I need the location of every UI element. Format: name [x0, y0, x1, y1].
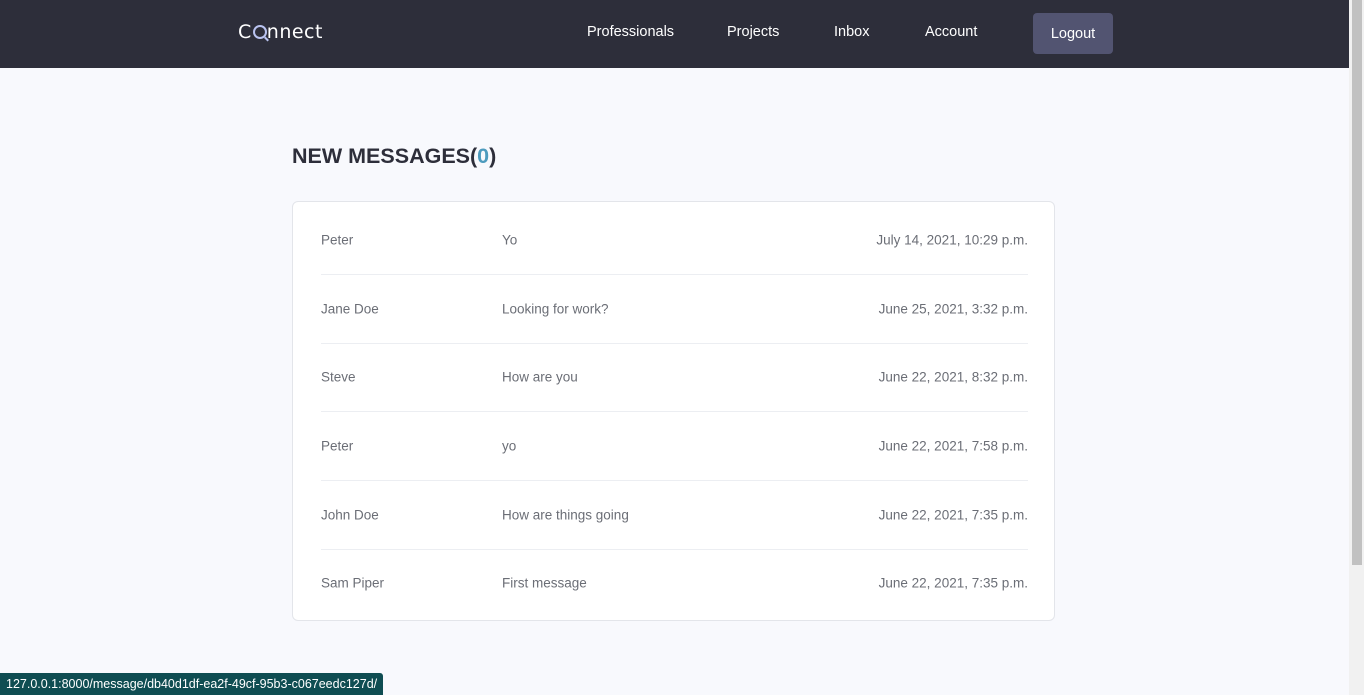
message-row[interactable]: Peter yo June 22, 2021, 7:58 p.m. — [321, 412, 1028, 481]
logo-prefix: C — [238, 21, 252, 43]
message-sender: Peter — [321, 438, 354, 454]
new-message-count: 0 — [477, 144, 490, 168]
message-date: June 22, 2021, 7:35 p.m. — [878, 575, 1028, 591]
message-sender: John Doe — [321, 507, 379, 523]
message-subject: How are things going — [502, 507, 629, 523]
nav-link-projects[interactable]: Projects — [727, 24, 779, 40]
scrollbar-thumb[interactable] — [1352, 0, 1362, 565]
message-sender: Sam Piper — [321, 575, 385, 591]
message-sender: Jane Doe — [321, 301, 379, 317]
message-row[interactable]: Sam Piper First message June 22, 2021, 7… — [321, 549, 1028, 617]
message-subject: First message — [502, 575, 587, 591]
message-subject: Looking for work? — [502, 301, 609, 317]
message-row[interactable]: Jane Doe Looking for work? June 25, 2021… — [321, 275, 1028, 344]
message-subject: Yo — [502, 232, 518, 248]
message-subject: How are you — [502, 369, 578, 385]
message-list: Peter Yo July 14, 2021, 10:29 p.m. Jane … — [292, 201, 1055, 621]
message-row[interactable]: John Doe How are things going June 22, 2… — [321, 481, 1028, 550]
message-date: June 25, 2021, 3:32 p.m. — [878, 301, 1028, 317]
logo-suffix: nnect — [266, 21, 323, 43]
magnifier-logo-icon — [252, 25, 267, 39]
message-date: June 22, 2021, 7:35 p.m. — [878, 507, 1028, 523]
heading-label: NEW MESSAGES — [292, 144, 470, 168]
message-subject: yo — [502, 438, 517, 454]
heading-close-paren: ) — [489, 144, 497, 168]
message-row[interactable]: Peter Yo July 14, 2021, 10:29 p.m. — [321, 206, 1028, 275]
message-date: June 22, 2021, 7:58 p.m. — [878, 438, 1028, 454]
message-row[interactable]: Steve How are you June 22, 2021, 8:32 p.… — [321, 343, 1028, 412]
page-title: NEW MESSAGES(0) — [292, 144, 496, 169]
inbox-page: Cnnect Professionals Projects Inbox Acco… — [0, 0, 1364, 695]
logout-button[interactable]: Logout — [1033, 13, 1113, 54]
nav-link-inbox[interactable]: Inbox — [834, 24, 869, 40]
logo[interactable]: Cnnect — [238, 20, 323, 44]
nav-link-professionals[interactable]: Professionals — [587, 24, 674, 40]
navbar: Cnnect Professionals Projects Inbox Acco… — [0, 0, 1349, 68]
nav-link-account[interactable]: Account — [925, 24, 977, 40]
message-date: July 14, 2021, 10:29 p.m. — [876, 232, 1028, 248]
message-sender: Steve — [321, 369, 356, 385]
status-bar-url: 127.0.0.1:8000/message/db40d1df-ea2f-49c… — [0, 673, 384, 695]
message-date: June 22, 2021, 8:32 p.m. — [878, 369, 1028, 385]
message-sender: Peter — [321, 232, 354, 248]
